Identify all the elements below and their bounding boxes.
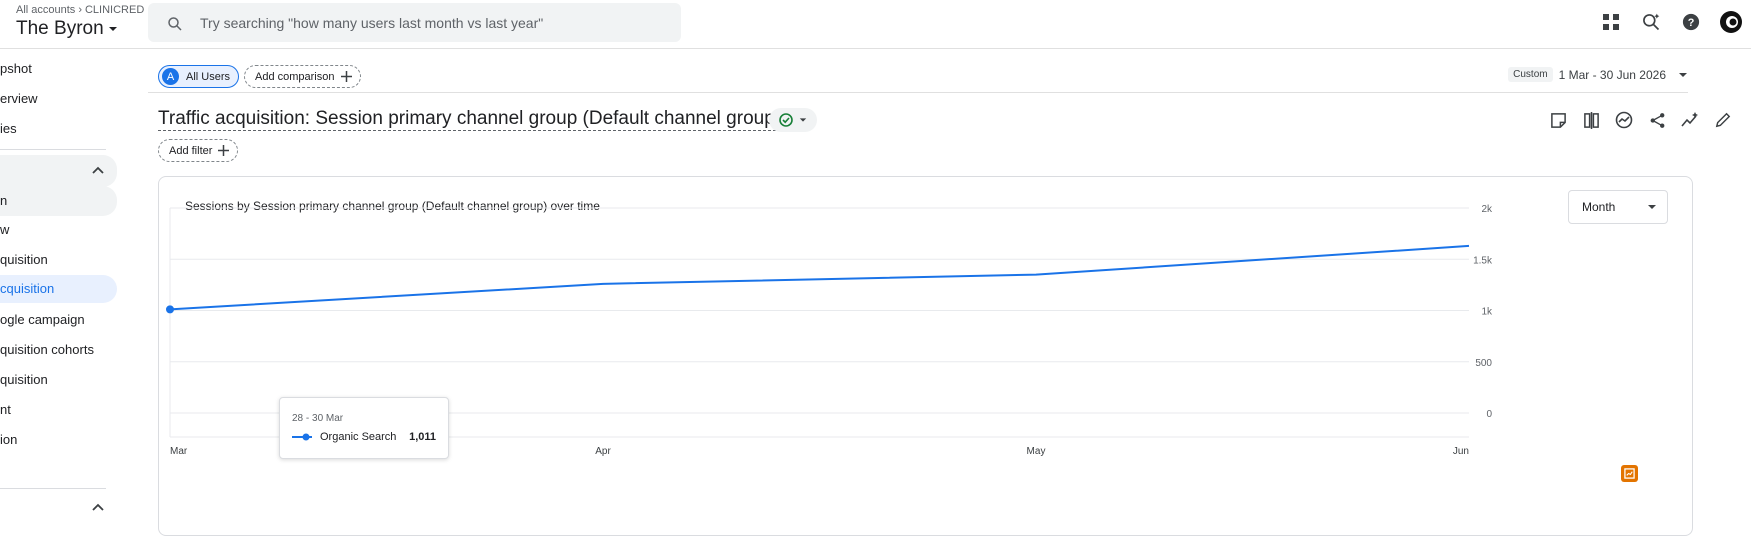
plus-icon — [218, 145, 230, 156]
sidebar-item-acquisition-other[interactable]: quisition — [0, 366, 48, 394]
sidebar: pshot erview ies n w quisition cquisitio… — [0, 49, 118, 527]
breadcrumb-all-accounts[interactable]: All accounts — [16, 4, 75, 16]
y-tick-label: 0 — [1486, 409, 1492, 420]
edit-pencil-icon[interactable] — [1713, 110, 1733, 130]
y-tick-label: 2k — [1481, 204, 1493, 215]
date-range-value: 1 Mar - 30 Jun 2026 — [1558, 67, 1666, 82]
x-tick-label: May — [1027, 446, 1046, 457]
insight-marker-icon[interactable] — [1621, 465, 1638, 482]
avatar[interactable] — [1711, 11, 1751, 33]
report-title[interactable]: Traffic acquisition: Session primary cha… — [158, 108, 782, 131]
sidebar-item-acquisition[interactable]: n — [0, 186, 117, 216]
comparison-bar: A All Users Add comparison Custom 1 Mar … — [148, 49, 1688, 93]
search-icon — [168, 17, 182, 31]
sidebar-item-acquisition-cohorts[interactable]: quisition cohorts — [0, 336, 94, 364]
chevron-right-icon: › — [78, 4, 82, 16]
sidebar-divider — [0, 488, 106, 489]
sidebar-item-snapshot[interactable]: pshot — [0, 55, 32, 83]
compare-columns-icon[interactable] — [1581, 110, 1601, 130]
report-status-dropdown[interactable] — [769, 108, 817, 132]
sidebar-item-overview-2[interactable]: w — [0, 216, 9, 244]
x-tick-label: Mar — [170, 446, 188, 457]
sidebar-item-monetization[interactable]: ion — [0, 426, 17, 454]
trend-sparkle-icon[interactable] — [1680, 110, 1700, 130]
y-tick-label: 1k — [1481, 307, 1493, 318]
sidebar-item-realtime-pages[interactable]: ies — [0, 115, 17, 143]
top-icons: ? — [1591, 11, 1751, 33]
tooltip-date: 28 - 30 Mar — [292, 413, 344, 424]
sidebar-divider — [0, 149, 106, 150]
chart-card: Sessions by Session primary channel grou… — [158, 176, 1693, 536]
sidebar-section-header[interactable] — [0, 155, 117, 187]
tooltip-series-name: Organic Search — [320, 431, 397, 443]
date-custom-label: Custom — [1508, 67, 1553, 82]
search-insights-icon[interactable] — [1631, 11, 1671, 33]
series-line — [169, 244, 1470, 311]
report-actions — [1548, 110, 1733, 130]
tooltip-series-row: Organic Search — [292, 431, 396, 443]
add-comparison-label: Add comparison — [255, 70, 335, 83]
segment-chip-all-users[interactable]: A All Users — [158, 65, 240, 88]
sidebar-item-engagement[interactable]: nt — [0, 396, 11, 424]
sidebar-item-user-acquisition[interactable]: quisition — [0, 246, 48, 274]
add-filter-button[interactable]: Add filter — [158, 139, 239, 162]
svg-text:?: ? — [1688, 17, 1695, 29]
plus-icon — [340, 71, 352, 82]
y-tick-label: 500 — [1475, 358, 1492, 369]
chevron-up-icon[interactable] — [92, 503, 104, 511]
search-bar[interactable] — [148, 3, 681, 42]
property-selector[interactable]: The Byron — [16, 18, 118, 40]
insights-icon[interactable] — [1614, 110, 1634, 130]
add-filter-label: Add filter — [169, 144, 213, 157]
chevron-up-icon — [92, 166, 104, 174]
breadcrumb-account[interactable]: CLINICRED — [85, 4, 144, 16]
search-input[interactable] — [200, 3, 660, 42]
tooltip-value: 1,011 — [409, 431, 436, 443]
share-icon[interactable] — [1647, 110, 1667, 130]
segment-badge: A — [162, 68, 179, 85]
help-icon[interactable]: ? — [1671, 11, 1711, 33]
caret-down-icon — [108, 27, 117, 31]
sidebar-item-google-campaign[interactable]: ogle campaign — [0, 306, 85, 334]
check-circle-icon — [779, 113, 793, 127]
x-tick-label: Jun — [1453, 446, 1469, 457]
caret-down-icon — [1679, 72, 1687, 77]
sidebar-item-traffic-acquisition[interactable]: cquisition — [0, 275, 117, 303]
caret-down-icon — [799, 118, 807, 122]
sidebar-item-overview[interactable]: erview — [0, 85, 38, 113]
data-point — [166, 305, 174, 314]
x-tick-label: Apr — [595, 446, 611, 457]
segment-label: All Users — [186, 70, 231, 83]
apps-grid-icon[interactable] — [1591, 11, 1631, 33]
top-bar: All accounts›CLINICRED The Byron ? — [0, 0, 1751, 49]
property-name: The Byron — [16, 18, 104, 39]
annotation-icon[interactable] — [1548, 110, 1568, 130]
date-range-picker[interactable]: Custom 1 Mar - 30 Jun 2026 — [1508, 67, 1688, 82]
add-comparison-button[interactable]: Add comparison — [244, 65, 361, 88]
chart-tooltip: 28 - 30 Mar Organic Search 1,011 — [279, 397, 449, 459]
series-line-marker-icon — [292, 433, 312, 441]
breadcrumb[interactable]: All accounts › CLINICRED — [16, 4, 144, 16]
y-tick-label: 1.5k — [1473, 255, 1493, 266]
line-chart[interactable]: 0 500 1k 1.5k 2k Mar Apr May Jun — [159, 177, 1694, 537]
